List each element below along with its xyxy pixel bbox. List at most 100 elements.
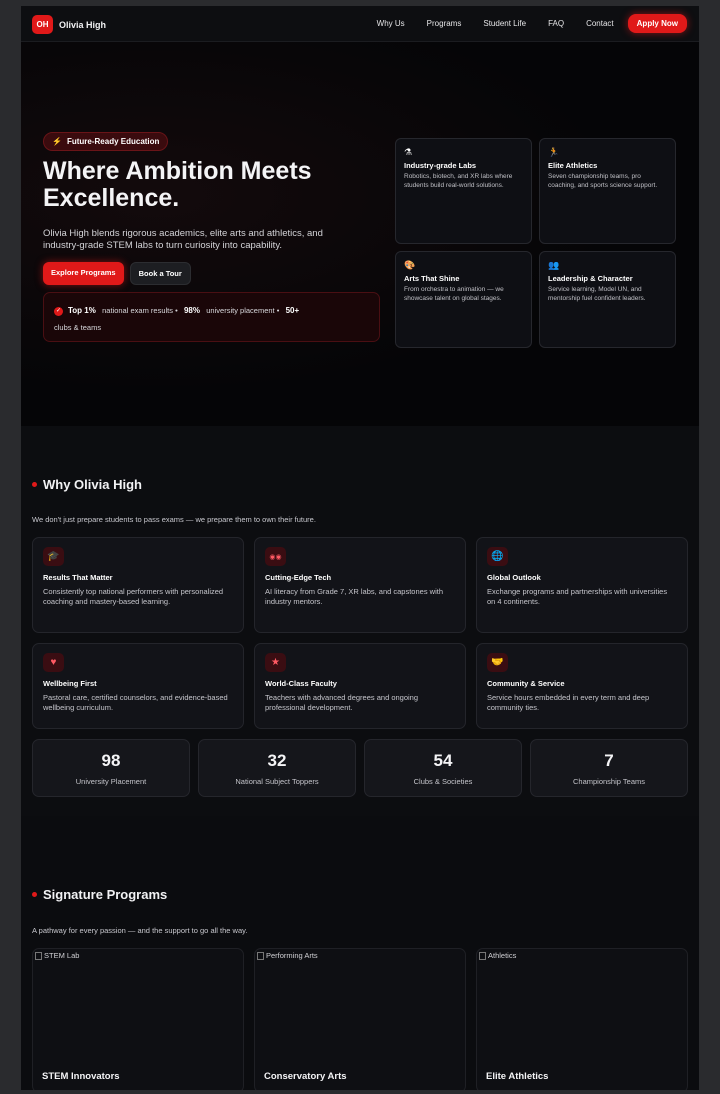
- card-desc: Teachers with advanced degrees and ongoi…: [265, 693, 419, 712]
- apply-now-button[interactable]: Apply Now: [627, 14, 687, 33]
- feature-title: Elite Athletics: [548, 161, 598, 170]
- hero-section: ⚡ Future-Ready Education Where Ambition …: [21, 42, 699, 426]
- card-desc: Pastoral care, certified counselors, and…: [43, 693, 228, 712]
- nav-link-faq[interactable]: FAQ: [548, 19, 564, 28]
- card-title: World-Class Faculty: [265, 679, 337, 688]
- stat-label: Championship Teams: [573, 777, 645, 786]
- stat-label: university placement •: [206, 306, 280, 315]
- program-name: Conservatory Arts: [264, 1071, 347, 1082]
- brand[interactable]: OH Olivia High: [32, 15, 106, 34]
- card-desc: Consistently top national performers wit…: [43, 587, 224, 606]
- image-alt: STEM Lab: [44, 951, 80, 960]
- why-card[interactable]: ★ World-Class Faculty Teachers with adva…: [254, 643, 466, 729]
- why-card[interactable]: ♥ Wellbeing First Pastoral care, certifi…: [32, 643, 244, 729]
- feature-title: Leadership & Character: [548, 274, 633, 283]
- brand-name: Olivia High: [59, 19, 107, 30]
- palette-icon: 🎨: [404, 260, 416, 270]
- stat-label: Clubs & Societies: [413, 777, 473, 786]
- why-subtitle: We don't just prepare students to pass e…: [32, 515, 316, 524]
- vr-headset-icon: ◉◉: [265, 547, 286, 566]
- handshake-icon: 🤝: [487, 653, 508, 672]
- why-card[interactable]: ◉◉ Cutting-Edge Tech AI literacy from Gr…: [254, 537, 466, 633]
- broken-image: Performing Arts: [257, 951, 318, 960]
- stat-label: National Subject Toppers: [235, 777, 319, 786]
- lightning-icon: ⚡: [52, 137, 62, 146]
- stat-card: 7 Championship Teams: [530, 739, 688, 797]
- card-title: Results That Matter: [43, 573, 113, 582]
- feature-card[interactable]: 🎨 Arts That Shine From orchestra to anim…: [395, 251, 532, 348]
- stat-value: 54: [433, 751, 453, 770]
- broken-image-icon: [35, 951, 42, 960]
- graduation-cap-icon: 🎓: [43, 547, 64, 566]
- page: OH Olivia High Why Us Programs Student L…: [21, 6, 699, 1090]
- bullet-dot: [32, 482, 37, 487]
- card-desc: Exchange programs and partnerships with …: [487, 587, 668, 606]
- globe-icon: 🌐: [487, 547, 508, 566]
- why-card[interactable]: 🤝 Community & Service Service hours embe…: [476, 643, 688, 729]
- broken-image-icon: [257, 951, 264, 960]
- stat-card: 98 University Placement: [32, 739, 190, 797]
- feature-card[interactable]: ⚗ Industry-grade Labs Robotics, biotech,…: [395, 138, 532, 244]
- card-title: Cutting-Edge Tech: [265, 573, 332, 582]
- feature-card[interactable]: 🏃 Elite Athletics Seven championship tea…: [539, 138, 676, 244]
- program-card[interactable]: Athletics Elite Athletics: [476, 948, 688, 1090]
- why-card[interactable]: 🎓 Results That Matter Consistently top n…: [32, 537, 244, 633]
- broken-image-icon: [479, 951, 486, 960]
- feature-desc: From orchestra to animation — we showcas…: [404, 286, 504, 302]
- microscope-icon: ⚗: [404, 147, 413, 157]
- stat-label: clubs & teams: [54, 323, 102, 332]
- section-title: Why Olivia High: [32, 477, 142, 492]
- people-icon: 👥: [548, 260, 560, 270]
- programs-section: Signature Programs A pathway for every p…: [21, 816, 699, 1090]
- why-section: Why Olivia High We don't just prepare st…: [21, 426, 699, 816]
- nav-links: Why Us Programs Student Life FAQ Contact…: [377, 14, 687, 33]
- programs-title: Signature Programs: [43, 887, 168, 902]
- image-alt: Performing Arts: [266, 951, 318, 960]
- feature-desc: Robotics, biotech, and XR labs where stu…: [404, 173, 513, 189]
- hero-title: Where Ambition Meets Excellence.: [43, 157, 312, 212]
- stat-card: 54 Clubs & Societies: [364, 739, 522, 797]
- hero-description: Olivia High blends rigorous academics, e…: [43, 228, 323, 251]
- nav-link-why-us[interactable]: Why Us: [377, 19, 405, 28]
- program-name: STEM Innovators: [42, 1071, 120, 1082]
- shield-heart-icon: ♥: [43, 653, 64, 672]
- nav-link-contact[interactable]: Contact: [586, 19, 614, 28]
- feature-card[interactable]: 👥 Leadership & Character Service learnin…: [539, 251, 676, 348]
- why-card[interactable]: 🌐 Global Outlook Exchange programs and p…: [476, 537, 688, 633]
- stat-card: 32 National Subject Toppers: [198, 739, 356, 797]
- bullet-dot: [32, 892, 37, 897]
- feature-title: Industry-grade Labs: [404, 161, 477, 170]
- nav-link-programs[interactable]: Programs: [427, 19, 462, 28]
- hero-pill: ⚡ Future-Ready Education: [43, 132, 169, 151]
- card-title: Community & Service: [487, 679, 565, 688]
- top-nav: OH Olivia High Why Us Programs Student L…: [21, 6, 699, 42]
- stat-value: Top 1%: [68, 306, 96, 315]
- check-icon: ✓: [54, 306, 63, 316]
- feature-title: Arts That Shine: [404, 274, 460, 283]
- feature-desc: Service learning, Model UN, and mentorsh…: [548, 286, 646, 302]
- hero-stats: ✓ Top 1% national exam results • 98% univ…: [43, 292, 380, 342]
- star-icon: ★: [265, 653, 286, 672]
- programs-subtitle: A pathway for every passion — and the su…: [32, 926, 248, 935]
- running-icon: 🏃: [548, 147, 560, 157]
- program-card[interactable]: Performing Arts Conservatory Arts: [254, 948, 466, 1090]
- hero-pill-label: Future-Ready Education: [66, 137, 160, 146]
- card-desc: Service hours embedded in every term and…: [487, 693, 650, 712]
- stat-value: 50+: [285, 306, 300, 315]
- stat-label: University Placement: [75, 777, 147, 786]
- nav-link-student-life[interactable]: Student Life: [483, 19, 526, 28]
- stat-value: 7: [604, 751, 614, 770]
- why-title: Why Olivia High: [43, 477, 142, 492]
- stat-value: 98: [101, 751, 121, 770]
- explore-programs-button[interactable]: Explore Programs: [43, 262, 124, 285]
- stat-value: 98%: [183, 306, 200, 315]
- card-desc: AI literacy from Grade 7, XR labs, and c…: [265, 587, 443, 606]
- section-title: Signature Programs: [32, 887, 167, 902]
- hero-buttons: Explore Programs Book a Tour: [43, 262, 191, 285]
- logo: OH: [32, 15, 53, 34]
- program-name: Elite Athletics: [486, 1071, 549, 1082]
- broken-image: STEM Lab: [35, 951, 79, 960]
- card-title: Global Outlook: [487, 573, 541, 582]
- book-tour-button[interactable]: Book a Tour: [129, 262, 191, 285]
- program-card[interactable]: STEM Lab STEM Innovators: [32, 948, 244, 1090]
